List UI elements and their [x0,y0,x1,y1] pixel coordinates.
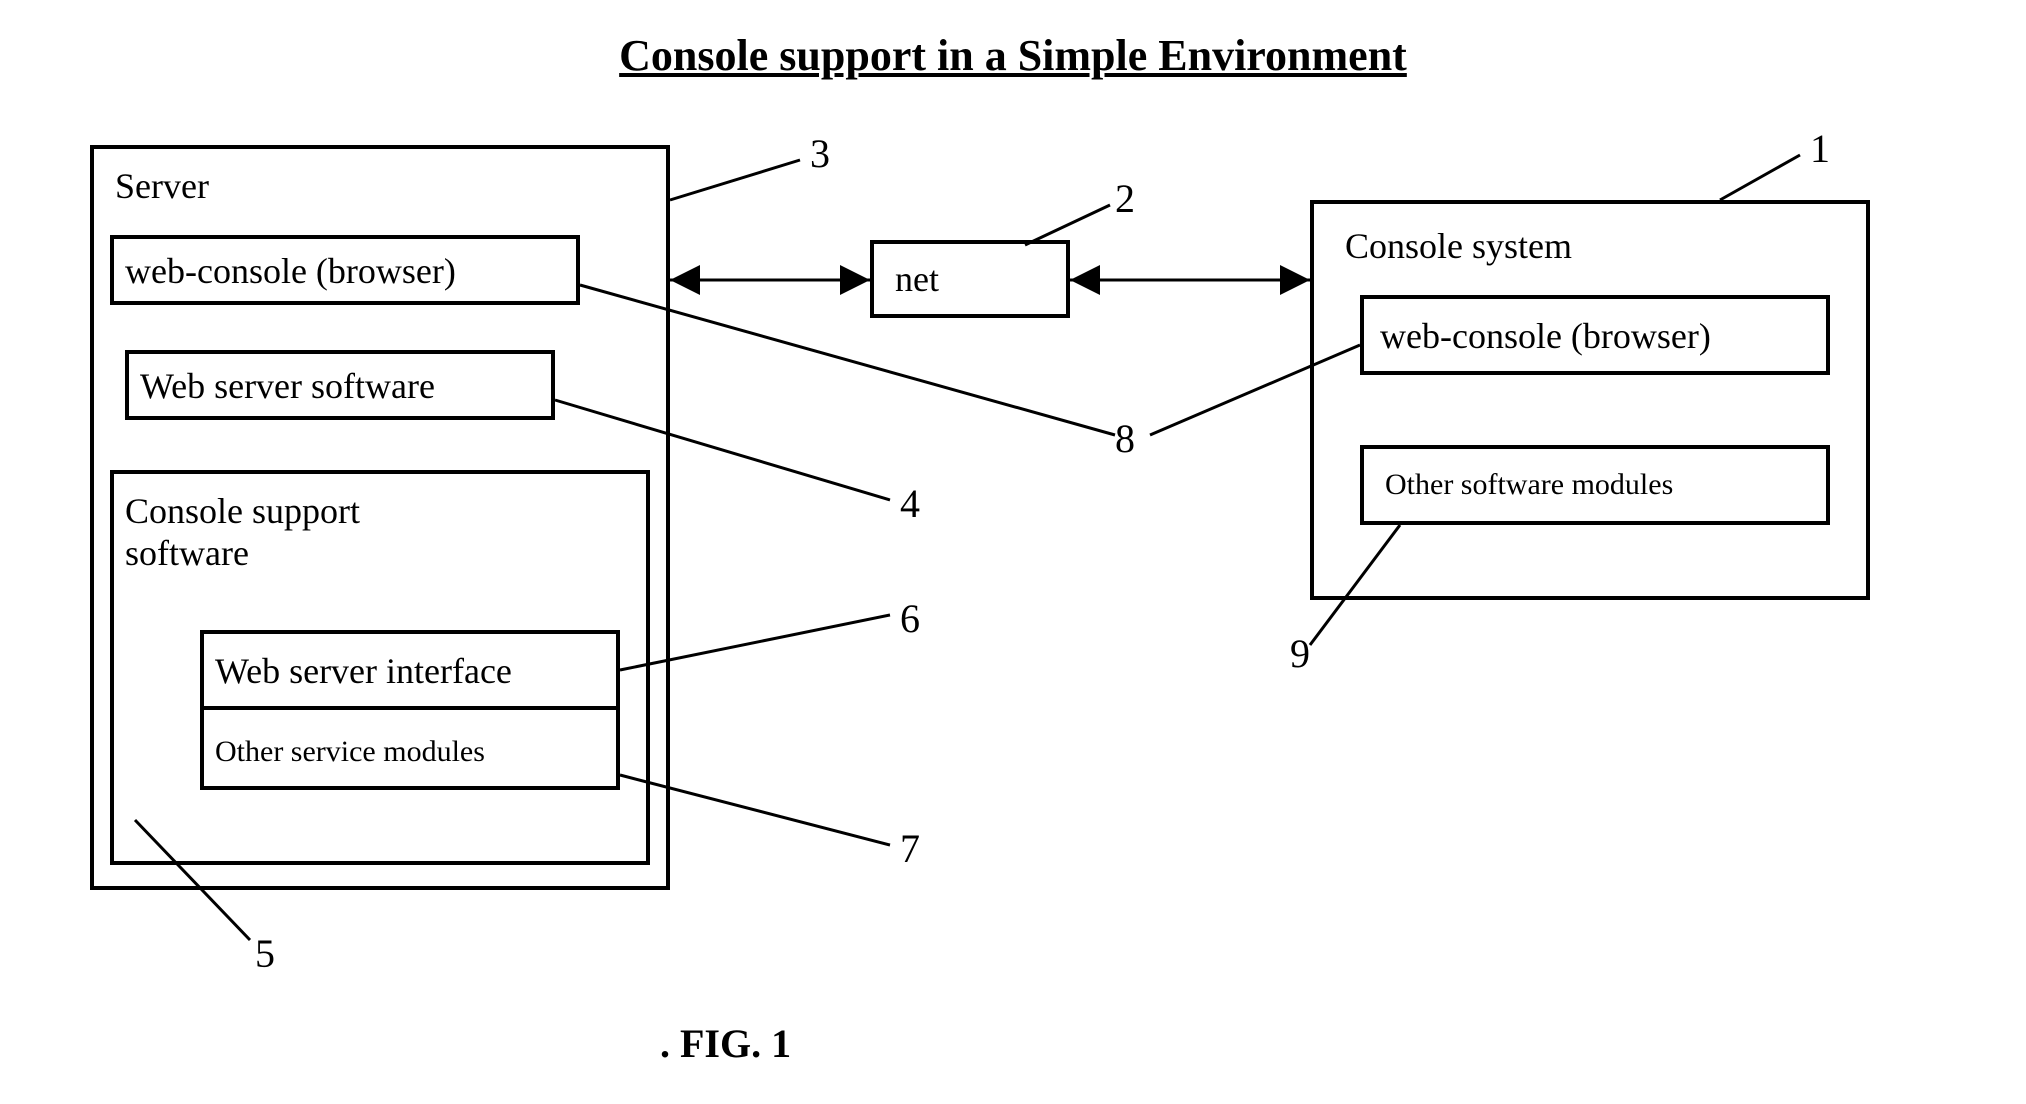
console-support-software-label: Console support software [125,490,425,574]
diagram-title: Console support in a Simple Environment [0,30,2026,81]
diagram-canvas: Console support in a Simple Environment … [0,0,2026,1104]
ref-num-1: 1 [1810,125,1830,172]
console-system-title: Console system [1345,225,1572,267]
server-title: Server [115,165,209,207]
diagram-title-text: Console support in a Simple Environment [619,31,1407,80]
ref-num-5: 5 [255,930,275,977]
console-other-modules-label: Other software modules [1385,468,1673,502]
ref-num-3: 3 [810,130,830,177]
ref-num-2: 2 [1115,175,1135,222]
ref-num-8: 8 [1115,415,1135,462]
ref-num-4: 4 [900,480,920,527]
web-server-interface-label: Web server interface [215,650,512,692]
other-service-modules-label: Other service modules [215,735,485,769]
figure-caption: . FIG. 1 [660,1020,791,1067]
server-web-console-label: web-console (browser) [125,250,456,292]
net-label: net [895,258,939,300]
ref-num-6: 6 [900,595,920,642]
ref-num-7: 7 [900,825,920,872]
console-web-console-label: web-console (browser) [1380,315,1711,357]
web-server-software-label: Web server software [140,365,435,407]
ref-num-9: 9 [1290,630,1310,677]
